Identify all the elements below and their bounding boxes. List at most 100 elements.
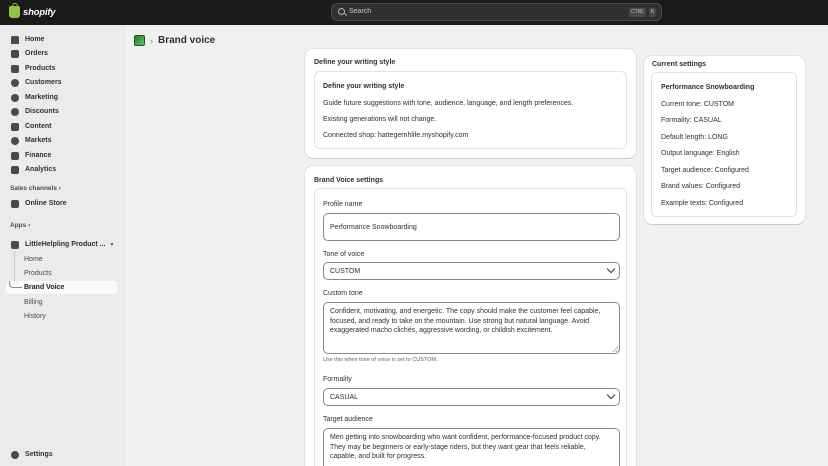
person-icon [11,78,19,87]
profile-name-value: Performance Snowboarding [330,224,417,231]
page-title: Brand voice [158,35,216,46]
writing-style-inner: Define your writing style Guide future s… [314,71,627,149]
profile-name-label: Profile name [323,201,363,208]
writing-style-note: Existing generations will not change. [323,116,437,123]
app-icon [11,240,19,249]
sidebar-subitem-billing[interactable]: Billing [18,296,119,309]
current-length: Default length: LONG [661,134,728,141]
sidebar-item-label: Customers [25,79,62,86]
current-settings-card: Current settings Performance Snowboardin… [644,56,805,224]
sales-channels-heading[interactable]: Sales channels › [10,185,61,192]
sidebar-item-analytics[interactable]: Analytics [6,163,119,176]
current-audience: Target audience: Configured [661,167,749,174]
sidebar-item-home[interactable]: Home [6,33,119,46]
sidebar-subitem-brand-voice[interactable]: Brand Voice [6,281,118,294]
chevron-down-icon: ▼ [109,241,115,248]
sidebar-item-label: History [24,313,46,320]
shopify-logo[interactable]: shopify [9,3,56,19]
settings-inner: Profile name Performance Snowboarding To… [314,188,627,466]
sidebar-item-label: Settings [25,451,53,458]
connected-shop: Connected shop: hattegernhlife.myshopify… [323,132,469,139]
sidebar-subitem-products[interactable]: Products [18,267,119,280]
sidebar-item-label: Billing [24,299,43,306]
formality-label: Formality [323,376,352,383]
current-tone: Current tone: CUSTOM [661,101,735,108]
globe-icon [11,136,19,145]
sidebar-item-customers[interactable]: Customers [6,76,119,89]
current-brand-values: Brand values: Configured [661,183,740,190]
tone-label: Tone of voice [323,251,365,258]
chevron-down-icon [606,264,616,274]
bank-icon [11,151,19,160]
tone-value: CUSTOM [330,268,361,275]
sidebar-item-label: Brand Voice [24,284,65,291]
subnav-active-connector [9,281,22,288]
sidebar-item-label: Discounts [25,108,59,115]
card-heading: Brand Voice settings [314,177,384,184]
inner-title: Define your writing style [323,83,405,90]
custom-tone-textarea[interactable]: Confident, motivating, and energetic. Th… [323,302,620,354]
sidebar-item-markets[interactable]: Markets [6,134,119,147]
app-logo-icon[interactable] [134,35,145,46]
resize-handle-icon[interactable] [612,346,618,352]
card-heading: Define your writing style [314,59,396,66]
sidebar-item-settings[interactable]: Settings [6,448,119,461]
search-input[interactable]: Search CTRL K [331,3,662,21]
sidebar-item-content[interactable]: Content [6,120,119,133]
sidebar-item-online-store[interactable]: Online Store [6,197,119,210]
custom-tone-help: Use this when tone of voice is set to CU… [323,357,438,363]
tone-select[interactable]: CUSTOM [323,262,620,280]
search-icon [338,8,345,15]
target-icon [11,93,19,102]
current-example-texts: Example texts: Configured [661,200,744,207]
apps-label: Apps [10,222,27,229]
chart-icon [11,165,19,174]
sidebar-subitem-home[interactable]: Home [18,253,119,266]
discount-icon [11,107,19,116]
apps-heading[interactable]: Apps › [10,222,30,229]
target-audience-label: Target audience [323,416,373,423]
sidebar-item-finance[interactable]: Finance [6,149,119,162]
writing-style-description: Guide future suggestions with tone, audi… [323,100,574,107]
sidebar-item-label: Content [25,123,52,130]
current-formality: Formality: CASUAL [661,117,722,124]
page-header: › Brand voice [134,35,215,46]
writing-style-card: Define your writing style Define your wr… [305,49,636,158]
sidebar-item-label: Online Store [25,200,67,207]
sidebar-item-app[interactable]: LittleHelpling Product ... ▼ [6,238,119,251]
chevron-right-icon: › [58,185,61,192]
sidebar-item-label: Home [24,256,43,263]
sidebar-item-label: Markets [25,137,52,144]
sidebar-item-label: Analytics [25,166,57,173]
custom-tone-value: Confident, motivating, and energetic. Th… [330,308,601,334]
sidebar-item-label: Finance [25,152,52,159]
sidebar: Home Orders Products Customers Marketing… [0,25,125,466]
shortcut-k-key: K [649,8,657,17]
brand-voice-settings-card: Brand Voice settings Profile name Perfor… [305,166,636,466]
profile-name-input[interactable]: Performance Snowboarding [323,213,620,241]
search-placeholder: Search [349,8,372,15]
target-audience-value: Men getting into snowboarding who want c… [330,434,601,460]
chevron-down-icon [606,390,616,400]
sidebar-subitem-history[interactable]: History [18,310,119,323]
sales-channels-label: Sales channels [10,185,57,192]
shopify-bag-icon [9,3,20,18]
sidebar-item-label: Products [24,270,52,277]
formality-select[interactable]: CASUAL [323,388,620,406]
current-language: Output language: English [661,150,740,157]
sidebar-item-marketing[interactable]: Marketing [6,91,119,104]
card-heading: Current settings [652,61,707,68]
current-profile: Performance Snowboarding [661,84,755,91]
sidebar-item-label: Home [25,36,45,43]
current-settings-inner: Performance Snowboarding Current tone: C… [651,72,797,217]
target-audience-textarea[interactable]: Men getting into snowboarding who want c… [323,428,620,466]
sidebar-item-orders[interactable]: Orders [6,47,119,60]
sidebar-item-discounts[interactable]: Discounts [6,105,119,118]
logo-text: shopify [23,6,56,18]
formality-value: CASUAL [330,394,359,401]
orders-icon [11,49,19,58]
home-icon [11,35,19,44]
sidebar-item-label: Orders [25,50,48,57]
sidebar-item-products[interactable]: Products [6,62,119,75]
sidebar-item-label: LittleHelpling Product ... [25,241,106,248]
